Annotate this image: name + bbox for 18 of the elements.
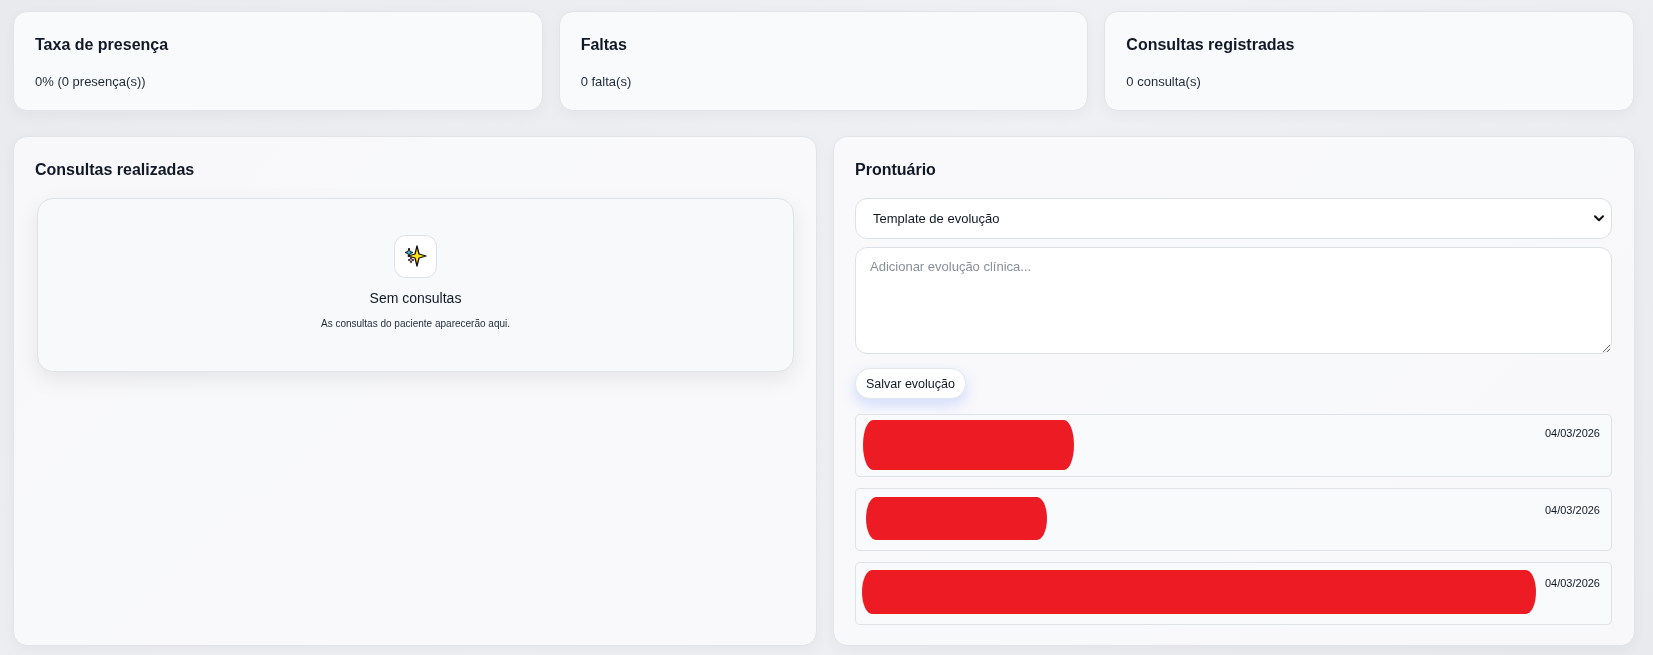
stat-title: Faltas — [580, 35, 628, 55]
entry-date: 04/03/2026 — [1544, 503, 1600, 517]
panel-title: Prontuário — [855, 160, 937, 180]
stat-title: Taxa de presença — [35, 35, 170, 55]
entry-date: 04/03/2026 — [1544, 576, 1600, 590]
stat-value: 0 consulta(s) — [1126, 74, 1202, 90]
empty-state-message: As consultas do paciente aparecerão aqui. — [321, 317, 510, 331]
template-select[interactable]: Template de evolução — [855, 198, 1612, 239]
chevron-down-icon — [1594, 215, 1604, 222]
sparkles-icon — [394, 235, 437, 278]
panel-title: Consultas realizadas — [35, 160, 196, 180]
entry-date: 04/03/2026 — [1544, 426, 1600, 440]
stat-value: 0% (0 presença(s)) — [35, 74, 147, 90]
empty-state-title: Sem consultas — [369, 289, 462, 307]
evolution-textarea[interactable]: Adicionar evolução clínica... — [855, 247, 1612, 354]
save-button[interactable]: Salvar evolução — [855, 368, 966, 399]
stat-title: Consultas registradas — [1126, 35, 1296, 55]
stat-value: 0 falta(s) — [580, 74, 633, 90]
